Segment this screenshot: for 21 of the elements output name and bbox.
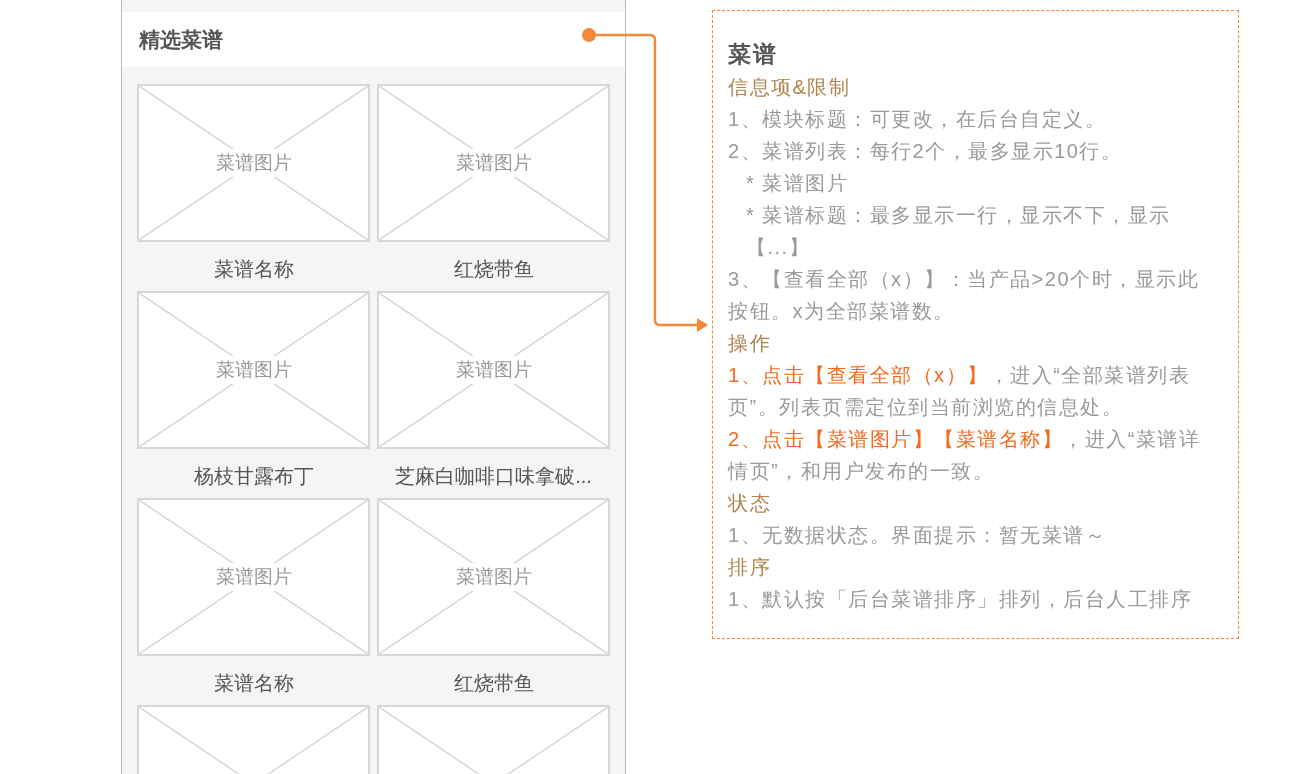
recipe-name[interactable]: 红烧带鱼 [453, 668, 534, 698]
recipe-name[interactable]: 菜谱名称 [213, 254, 294, 284]
annotation-title: 菜谱 [728, 40, 778, 69]
note-text: 3、【查看全部（x）】：当产品>20个时，显示此按钮。x为全部菜谱数。 [728, 267, 1201, 324]
section-heading: 信息项&限制 [728, 75, 852, 100]
recipe-name[interactable]: 芝麻白咖啡口味拿破... [395, 461, 592, 491]
section-heading: 排序 [728, 555, 772, 580]
recipe-name[interactable]: 红烧带鱼 [453, 254, 534, 284]
note-text: 1、无数据状态。界面提示：暂无菜谱～ [728, 523, 1108, 548]
recipe-name[interactable]: 杨枝甘露布丁 [193, 461, 314, 491]
note-text: * 菜谱标题：最多显示一行，显示不下，显示【...】 [745, 203, 1172, 260]
section-heading: 状态 [728, 491, 772, 516]
section-heading: 操作 [728, 331, 772, 356]
note-text: 1、默认按「后台菜谱排序」排列，后台人工排序 [728, 587, 1194, 612]
note-text: 1、模块标题：可更改，在后台自定义。 [728, 107, 1108, 132]
note-text: 2、菜谱列表：每行2个，最多显示10行。 [728, 139, 1124, 164]
recipe-name[interactable]: 菜谱名称 [213, 668, 294, 698]
module-title: 精选菜谱 [139, 26, 223, 53]
note-text: * 菜谱图片 [745, 171, 850, 196]
note-text: 1、点击【查看全部（x）】，进入“全部菜谱列表页”。列表页需定位到当前浏览的信息处。 [728, 363, 1192, 420]
note-text: 2、点击【菜谱图片】【菜谱名称】，进入“菜谱详情页”，和用户发布的一致。 [728, 427, 1202, 484]
